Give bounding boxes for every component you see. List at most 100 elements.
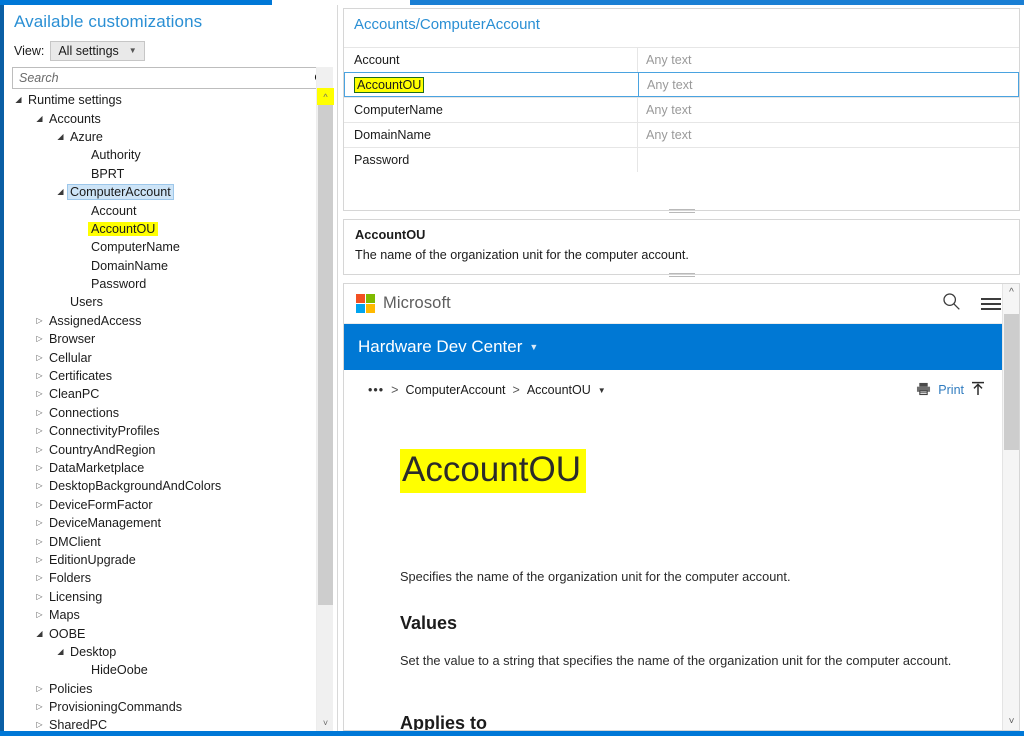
tree-item-account[interactable]: Account [12,201,317,219]
collapsed-arrow-icon[interactable]: ▷ [33,408,46,417]
form-row-value-computername[interactable]: Any text [638,98,1019,122]
form-row-value-account[interactable]: Any text [638,48,1019,72]
settings-tree[interactable]: ◢ Runtime settings ◢ Accounts ◢ Azure Authorit… [12,91,317,731]
collapsed-arrow-icon[interactable]: ▷ [33,519,46,527]
tree-item-maps[interactable]: ▷ Maps [12,606,317,624]
form-row-account[interactable]: Account Any text [344,47,1019,72]
tree-item-editionupgrade[interactable]: ▷ EditionUpgrade [12,551,317,569]
tree-item-folders[interactable]: ▷ Folders [12,569,317,587]
expanded-arrow-icon[interactable]: ◢ [12,96,25,104]
tree-item-hideoobe[interactable]: HideOobe [12,661,317,679]
app-window: Available customizations View: All setti… [0,0,1024,736]
tree-item-desktopbackgroundandcolors[interactable]: ▷ DesktopBackgroundAndColors [12,477,317,495]
collapsed-arrow-icon[interactable]: ▷ [33,611,46,619]
tree-item-countryandregion[interactable]: ▷ CountryAndRegion [12,440,317,458]
collapsed-arrow-icon[interactable]: ▷ [33,574,46,582]
site-title[interactable]: Hardware Dev Center [358,337,522,357]
collapsed-arrow-icon[interactable]: ▷ [33,500,46,509]
tree-item-browser[interactable]: ▷ Browser [12,330,317,348]
form-row-value-accountou[interactable]: Any text [639,73,1018,96]
tree-item-domainname[interactable]: DomainName [12,257,317,275]
tree-item-cellular[interactable]: ▷ Cellular [12,348,317,366]
tree-item-users[interactable]: Users [12,293,317,311]
form-row-accountou[interactable]: AccountOU Any text [344,72,1019,97]
collapsed-arrow-icon[interactable]: ▷ [33,482,46,490]
tree-item-policies[interactable]: ▷ Policies [12,680,317,698]
collapsed-arrow-icon[interactable]: ▷ [33,372,46,380]
collapsed-arrow-icon[interactable]: ▷ [33,445,46,454]
tree-item-dmclient[interactable]: ▷ DMClient [12,532,317,550]
tree-item-password[interactable]: Password [12,275,317,293]
tree-item-oobe[interactable]: ◢ OOBE [12,624,317,642]
tree-item-connectivityprofiles[interactable]: ▷ ConnectivityProfiles [12,422,317,440]
tree-item-azure[interactable]: ◢ Azure [12,128,317,146]
breadcrumb-item-computeraccount[interactable]: ComputerAccount [405,383,505,397]
tree-item-devicemanagement[interactable]: ▷ DeviceManagement [12,514,317,532]
collapsed-arrow-icon[interactable]: ▷ [33,684,46,693]
hamburger-menu-icon[interactable] [981,298,1001,310]
expanded-arrow-icon[interactable]: ◢ [54,188,67,196]
docs-scrollbar[interactable]: ^ ˅ [1002,284,1019,730]
collapsed-arrow-icon[interactable]: ▷ [33,316,46,325]
microsoft-header: Microsoft [344,284,1019,324]
tree-item-connections[interactable]: ▷ Connections [12,404,317,422]
tree-item-datamarketplace[interactable]: ▷ DataMarketplace [12,459,317,477]
collapsed-arrow-icon[interactable]: ▷ [33,703,46,711]
breadcrumb-overflow[interactable]: ••• [368,383,384,397]
form-row-value-domainname[interactable]: Any text [638,123,1019,147]
docs-search-icon[interactable] [942,292,961,316]
search-box[interactable] [12,67,332,89]
collapsed-arrow-icon[interactable]: ▷ [33,335,46,343]
form-row-computername[interactable]: ComputerName Any text [344,97,1019,122]
section-text-values: Set the value to a string that specifies… [400,653,952,669]
description-resize-grip[interactable] [668,273,695,277]
tree-item-deviceformfactor[interactable]: ▷ DeviceFormFactor [12,496,317,514]
tree-scroll-up-arrow[interactable]: ^ [317,88,334,105]
expanded-arrow-icon[interactable]: ◢ [33,114,46,123]
tree-item-desktop[interactable]: ◢ Desktop [12,643,317,661]
expanded-arrow-icon[interactable]: ◢ [54,647,67,656]
breadcrumb-item-accountou[interactable]: AccountOU [527,383,591,397]
collapsed-arrow-icon[interactable]: ▷ [33,464,46,472]
tree-item-computername[interactable]: ComputerName [12,238,317,256]
collapsed-arrow-icon[interactable]: ▷ [33,390,46,398]
tree-item-assignedaccess[interactable]: ▷ AssignedAccess [12,312,317,330]
tree-item-cleanpc[interactable]: ▷ CleanPC [12,385,317,403]
collapsed-arrow-icon[interactable]: ▷ [33,592,46,601]
breadcrumb-chevron-down-icon[interactable]: ▼ [598,386,606,395]
microsoft-logo[interactable]: Microsoft [356,294,451,313]
search-input[interactable] [13,68,309,88]
printer-icon[interactable] [916,382,931,399]
share-icon[interactable] [971,381,985,399]
expanded-arrow-icon[interactable]: ◢ [54,132,67,141]
tree-item-accountou[interactable]: AccountOU [12,220,317,238]
docs-scroll-thumb[interactable] [1004,314,1019,450]
collapsed-arrow-icon[interactable]: ▷ [33,555,46,564]
tree-item-sharedpc[interactable]: ▷ SharedPC [12,716,317,731]
docs-scroll-down-arrow[interactable]: ˅ [1003,713,1019,730]
view-settings-dropdown[interactable]: All settings ▼ [50,41,145,61]
form-resize-grip[interactable] [668,209,695,213]
collapsed-arrow-icon[interactable]: ▷ [33,427,46,435]
expanded-arrow-icon[interactable]: ◢ [33,629,46,638]
tree-item-authority[interactable]: Authority [12,146,317,164]
form-row-domainname[interactable]: DomainName Any text [344,122,1019,147]
tree-item-accounts[interactable]: ◢ Accounts [12,109,317,127]
tree-item-certificates[interactable]: ▷ Certificates [12,367,317,385]
tree-scroll-thumb[interactable] [318,105,333,605]
tree-item-runtime-settings[interactable]: ◢ Runtime settings [12,91,317,109]
tree-item-provisioningcommands[interactable]: ▷ ProvisioningCommands [12,698,317,716]
collapsed-arrow-icon[interactable]: ▷ [33,537,46,546]
tree-item-bprt[interactable]: BPRT [12,165,317,183]
print-button[interactable]: Print [938,383,964,397]
collapsed-arrow-icon[interactable]: ▷ [33,353,46,362]
tree-scroll-down-arrow[interactable]: ˅ [317,714,334,731]
tree-scrollbar[interactable]: ^ ˅ [316,67,334,731]
form-row-value-password[interactable] [638,148,1019,172]
collapsed-arrow-icon[interactable]: ▷ [33,721,46,729]
tree-item-computeraccount[interactable]: ◢ ComputerAccount [12,183,317,201]
site-title-chevron-down-icon[interactable]: ▼ [529,342,538,352]
tree-item-licensing[interactable]: ▷ Licensing [12,588,317,606]
docs-scroll-up-arrow[interactable]: ^ [1003,284,1019,301]
form-row-password[interactable]: Password [344,147,1019,172]
